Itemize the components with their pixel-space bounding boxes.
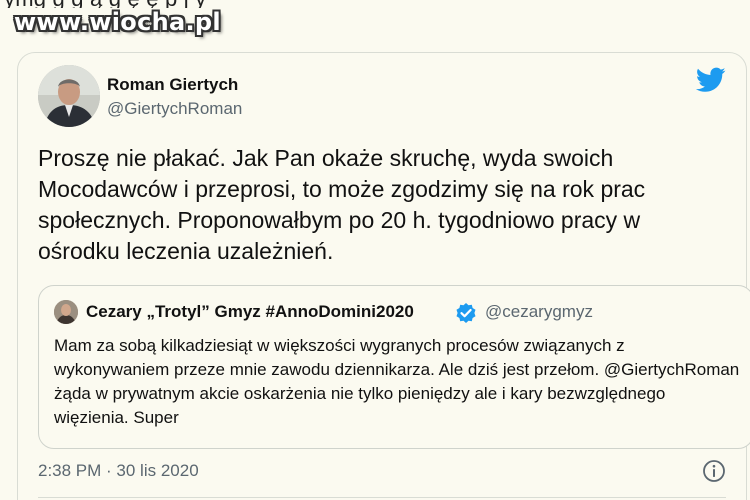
info-icon[interactable] (702, 459, 726, 483)
quoted-tweet-text: Mam za sobą kilkadziesiąt w większości w… (54, 336, 740, 427)
author-handle[interactable]: @GiertychRoman (107, 99, 242, 119)
quoted-author-handle[interactable]: @cezarygmyz (485, 302, 593, 322)
quoted-author-name[interactable]: Cezary „Trotyl” Gmyz #AnnoDomini2020 (86, 302, 414, 322)
card-divider (38, 497, 726, 498)
cropped-text-strip: ymg g g ą g ę ę p j y (0, 0, 750, 8)
twitter-bird-icon[interactable] (695, 67, 726, 93)
tweet-text: Proszę nie płakać. Jak Pan okaże skruchę… (38, 145, 646, 264)
site-watermark: www.wiocha.pl (14, 8, 221, 36)
verified-badge-icon (455, 302, 477, 324)
author-avatar[interactable] (38, 65, 100, 127)
screenshot-page: ymg g g ą g ę ę p j y www.wiocha.pl Roma… (0, 0, 750, 500)
cropped-text: ymg g g ą g ę ę p j y (4, 0, 206, 8)
author-name[interactable]: Roman Giertych (107, 75, 238, 95)
tweet-card[interactable]: Roman Giertych @GiertychRoman Proszę nie… (17, 52, 750, 500)
quoted-author-avatar[interactable] (54, 300, 78, 324)
quoted-tweet[interactable]: Cezary „Trotyl” Gmyz #AnnoDomini2020 @ce… (38, 285, 750, 449)
tweet-timestamp[interactable]: 2:38 PM · 30 lis 2020 (38, 461, 199, 481)
